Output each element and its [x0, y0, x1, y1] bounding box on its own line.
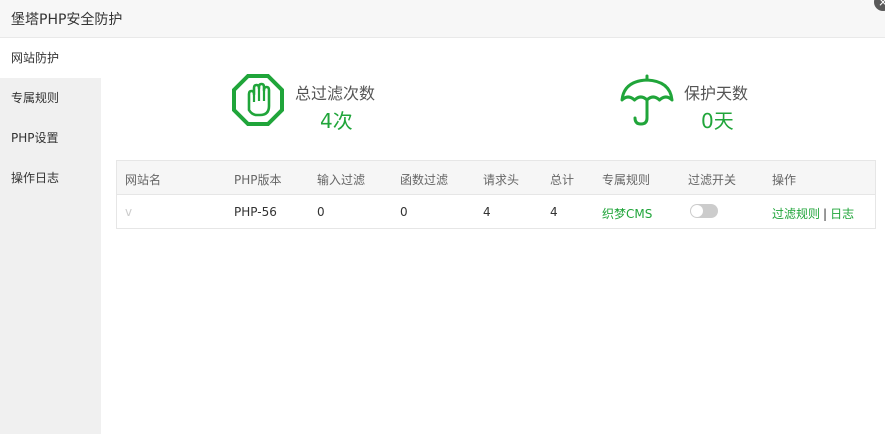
sidebar-item-custom-rules[interactable]: 专属规则	[0, 78, 101, 118]
header-site-name: 网站名	[125, 173, 162, 187]
header-input-filter: 输入过滤	[317, 173, 366, 187]
input-filter-cell: 0	[317, 205, 325, 219]
sidebar-item-operation-log[interactable]: 操作日志	[0, 158, 101, 198]
title-bar: 堡塔PHP安全防护 ×	[0, 0, 885, 38]
window-title: 堡塔PHP安全防护	[11, 12, 123, 28]
protect-days-stat: 保护天数 0天	[620, 74, 780, 134]
header-filter-switch: 过滤开关	[688, 173, 737, 187]
header-custom-rule: 专属规则	[602, 173, 651, 187]
header-total: 总计	[550, 173, 575, 187]
filter-count-stat: 总过滤次数 4次	[232, 74, 412, 134]
protect-days-label: 保护天数	[684, 84, 749, 103]
table-header: 网站名 PHP版本 输入过滤 函数过滤 请求头 总计 专属规则 过滤开关 操作	[117, 161, 875, 195]
php-version-cell: PHP-56	[234, 205, 277, 219]
sidebar-item-php-settings[interactable]: PHP设置	[0, 118, 101, 158]
toggle-knob	[691, 205, 703, 217]
close-icon[interactable]: ×	[874, 0, 885, 11]
umbrella-icon	[620, 74, 674, 126]
header-function-filter: 函数过滤	[400, 173, 449, 187]
custom-rule-link[interactable]: 织梦CMS	[602, 205, 652, 222]
sidebar: 网站防护 专属规则 PHP设置 操作日志	[0, 38, 101, 434]
site-table: 网站名 PHP版本 输入过滤 函数过滤 请求头 总计 专属规则 过滤开关 操作 …	[116, 160, 876, 229]
action-separator: |	[823, 207, 828, 221]
filter-switch-toggle[interactable]	[690, 204, 718, 218]
filter-count-value: 4次	[320, 109, 353, 133]
table-row: v PHP-56 0 0 4 4 织梦CMS 过滤规则 | 日志	[117, 195, 875, 228]
request-header-cell: 4	[483, 205, 491, 219]
total-cell: 4	[550, 205, 558, 219]
site-name-cell: v	[125, 205, 133, 219]
log-link[interactable]: 日志	[830, 207, 854, 221]
filter-count-label: 总过滤次数	[295, 84, 376, 103]
actions-cell: 过滤规则 | 日志	[772, 205, 854, 222]
header-php-version: PHP版本	[234, 173, 282, 187]
filter-rules-link[interactable]: 过滤规则	[772, 207, 820, 221]
stop-hand-icon	[232, 74, 284, 126]
header-actions: 操作	[772, 173, 797, 187]
protect-days-value: 0天	[701, 109, 734, 133]
function-filter-cell: 0	[400, 205, 408, 219]
header-request-header: 请求头	[483, 173, 520, 187]
sidebar-item-site-protection[interactable]: 网站防护	[0, 38, 101, 78]
